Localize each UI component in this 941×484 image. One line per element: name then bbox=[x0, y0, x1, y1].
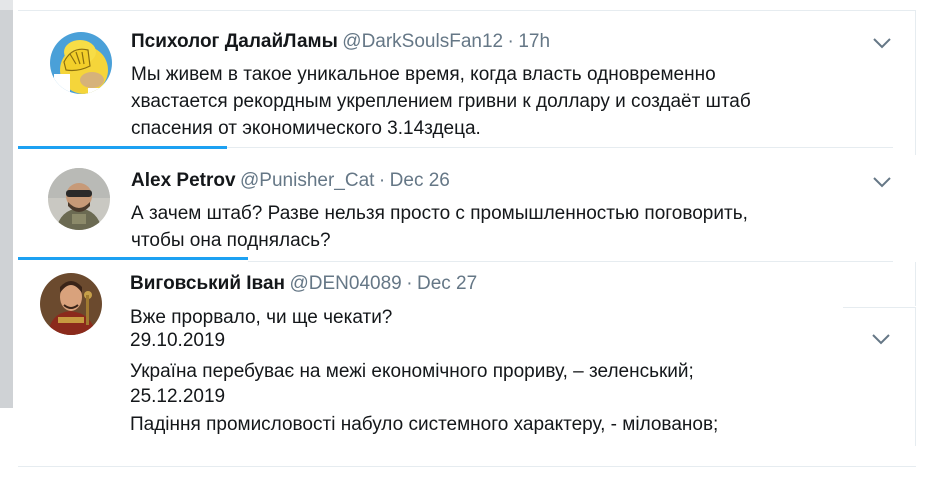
tweet-text: А зачем штаб? Разве нельзя просто с пром… bbox=[131, 200, 871, 254]
chevron-down-icon[interactable] bbox=[871, 175, 893, 189]
right-border bbox=[915, 262, 916, 306]
tweet-header: Психолог ДалайЛамы @DarkSoulsFan12 · 17h bbox=[131, 31, 550, 53]
tweet-text: Вже прорвало, чи ще чекати? 29.10.2019 У… bbox=[130, 304, 870, 446]
text-line: Мы живем в такое уникальное время, когда… bbox=[131, 64, 716, 85]
avatar[interactable] bbox=[50, 32, 112, 94]
avatar[interactable] bbox=[40, 273, 102, 335]
bottom-mask bbox=[0, 446, 941, 484]
thread-line bbox=[18, 257, 248, 260]
right-border bbox=[915, 307, 916, 467]
handle[interactable]: @Punisher_Cat bbox=[240, 170, 374, 191]
avatar[interactable] bbox=[48, 168, 110, 230]
timestamp[interactable]: 17h bbox=[518, 31, 550, 52]
left-scroll-strip-top bbox=[0, 0, 13, 10]
thread-line bbox=[18, 146, 227, 149]
timestamp[interactable]: Dec 27 bbox=[417, 273, 477, 294]
tweet-divider bbox=[227, 147, 893, 148]
text-line: 25.12.2019 bbox=[130, 386, 226, 407]
right-border bbox=[915, 10, 916, 155]
tweet-header: Alex Petrov @Punisher_Cat · Dec 26 bbox=[131, 170, 450, 192]
text-line: спасения от экономического 3.14здеца. bbox=[131, 118, 481, 139]
text-line: 29.10.2019 bbox=[130, 330, 226, 351]
separator-dot: · bbox=[406, 273, 413, 294]
chevron-down-icon[interactable] bbox=[870, 332, 892, 346]
tweet-header: Виговський Іван @DEN04089 · Dec 27 bbox=[130, 273, 477, 295]
bottom-border bbox=[18, 466, 916, 467]
chevron-down-icon[interactable] bbox=[871, 36, 893, 50]
handle[interactable]: @DEN04089 bbox=[289, 273, 401, 294]
text-line: А зачем штаб? Разве нельзя просто с пром… bbox=[131, 203, 748, 224]
display-name[interactable]: Психолог ДалайЛамы bbox=[131, 31, 338, 52]
left-scroll-strip bbox=[0, 0, 13, 408]
tweet-text: Мы живем в такое уникальное время, когда… bbox=[131, 61, 871, 142]
top-border bbox=[18, 10, 916, 11]
text-line: Падіння промисловості набуло системного … bbox=[130, 414, 719, 435]
text-line: Україна перебуває на межі економічного п… bbox=[130, 361, 694, 382]
separator-dot: · bbox=[378, 170, 386, 191]
tweet-divider bbox=[248, 261, 893, 262]
display-name[interactable]: Alex Petrov bbox=[131, 170, 236, 191]
handle[interactable]: @DarkSoulsFan12 bbox=[342, 31, 503, 52]
separator-dot: · bbox=[507, 31, 514, 52]
text-line: чтобы она поднялась? bbox=[131, 230, 331, 251]
text-line: хвастается рекордным укреплением гривни … bbox=[131, 91, 751, 112]
display-name[interactable]: Виговський Іван bbox=[130, 273, 285, 294]
timestamp[interactable]: Dec 26 bbox=[390, 170, 450, 191]
